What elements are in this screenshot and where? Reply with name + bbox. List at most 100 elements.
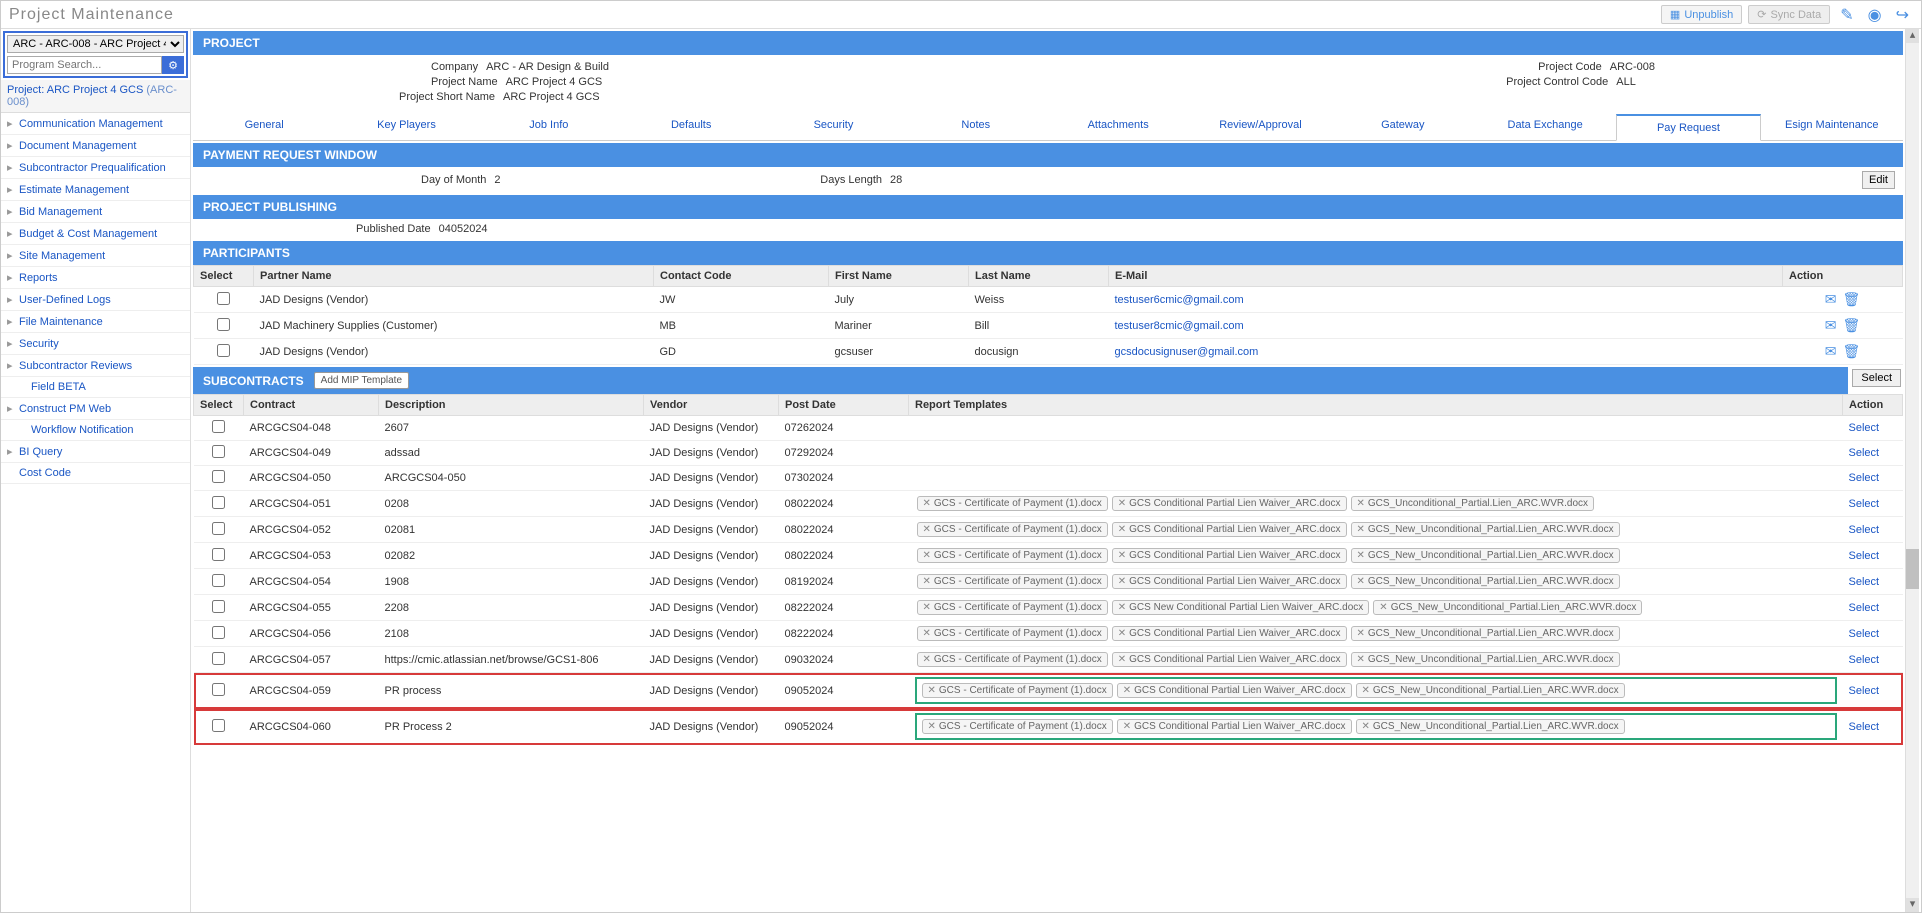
tab[interactable]: Gateway	[1332, 113, 1474, 140]
user-icon[interactable]: ◉	[1864, 5, 1886, 25]
row-checkbox[interactable]	[212, 470, 225, 483]
close-icon[interactable]: ✕	[923, 628, 931, 639]
row-checkbox[interactable]	[212, 496, 225, 509]
template-badge[interactable]: ✕GCS - Certificate of Payment (1).docx	[917, 522, 1108, 537]
tab[interactable]: Defaults	[620, 113, 762, 140]
column-header[interactable]: Vendor	[644, 395, 779, 416]
close-icon[interactable]: ✕	[928, 721, 936, 732]
select-link[interactable]: Select	[1849, 628, 1880, 640]
close-icon[interactable]: ✕	[1362, 721, 1370, 732]
sidebar-item[interactable]: Workflow Notification	[1, 420, 190, 441]
row-checkbox[interactable]	[212, 522, 225, 535]
template-badge[interactable]: ✕GCS Conditional Partial Lien Waiver_ARC…	[1112, 574, 1347, 589]
close-icon[interactable]: ✕	[1118, 576, 1126, 587]
sync-data-button[interactable]: ⟳Sync Data	[1748, 5, 1830, 24]
row-checkbox[interactable]	[212, 445, 225, 458]
template-badge[interactable]: ✕GCS_New_Unconditional_Partial.Lien_ARC.…	[1356, 719, 1625, 734]
column-header[interactable]: Last Name	[969, 266, 1109, 287]
row-checkbox[interactable]	[212, 574, 225, 587]
tab[interactable]: Esign Maintenance	[1761, 113, 1903, 140]
template-badge[interactable]: ✕GCS_New_Unconditional_Partial.Lien_ARC.…	[1351, 548, 1620, 563]
template-badge[interactable]: ✕GCS_New_Unconditional_Partial.Lien_ARC.…	[1351, 522, 1620, 537]
email-link[interactable]: testuser6cmic@gmail.com	[1115, 294, 1244, 306]
envelope-icon[interactable]: ✉	[1825, 343, 1837, 360]
template-badge[interactable]: ✕GCS Conditional Partial Lien Waiver_ARC…	[1112, 522, 1347, 537]
program-search-input[interactable]	[7, 56, 162, 74]
tab[interactable]: Job Info	[478, 113, 620, 140]
sidebar-item[interactable]: ▸File Maintenance	[1, 311, 190, 333]
select-participants-button[interactable]: Select	[1852, 369, 1901, 387]
edit-icon[interactable]: ✎	[1836, 5, 1857, 25]
close-icon[interactable]: ✕	[1118, 498, 1126, 509]
email-link[interactable]: testuser8cmic@gmail.com	[1115, 320, 1244, 332]
template-badge[interactable]: ✕GCS - Certificate of Payment (1).docx	[917, 496, 1108, 511]
tab[interactable]: Pay Request	[1616, 114, 1760, 141]
template-badge[interactable]: ✕GCS_Unconditional_Partial.Lien_ARC.WVR.…	[1351, 496, 1595, 511]
template-badge[interactable]: ✕GCS - Certificate of Payment (1).docx	[917, 626, 1108, 641]
column-header[interactable]: Select	[194, 395, 244, 416]
sidebar-item[interactable]: ▸Subcontractor Prequalification	[1, 157, 190, 179]
column-header[interactable]: Contact Code	[654, 266, 829, 287]
close-icon[interactable]: ✕	[1118, 628, 1126, 639]
close-icon[interactable]: ✕	[923, 550, 931, 561]
template-badge[interactable]: ✕GCS Conditional Partial Lien Waiver_ARC…	[1117, 719, 1352, 734]
trash-icon[interactable]: 🗑	[1842, 317, 1860, 334]
select-link[interactable]: Select	[1849, 685, 1880, 697]
select-link[interactable]: Select	[1849, 654, 1880, 666]
template-badge[interactable]: ✕GCS - Certificate of Payment (1).docx	[917, 574, 1108, 589]
select-link[interactable]: Select	[1849, 576, 1880, 588]
scroll-up-icon[interactable]: ▴	[1906, 29, 1919, 43]
scrollbar-thumb[interactable]	[1906, 549, 1919, 589]
select-link[interactable]: Select	[1849, 602, 1880, 614]
template-badge[interactable]: ✕GCS_New_Unconditional_Partial.Lien_ARC.…	[1373, 600, 1642, 615]
row-checkbox[interactable]	[212, 626, 225, 639]
column-header[interactable]: Partner Name	[254, 266, 654, 287]
template-badge[interactable]: ✕GCS - Certificate of Payment (1).docx	[917, 652, 1108, 667]
template-badge[interactable]: ✕GCS New Conditional Partial Lien Waiver…	[1112, 600, 1370, 615]
close-icon[interactable]: ✕	[1118, 602, 1126, 613]
close-icon[interactable]: ✕	[1357, 628, 1365, 639]
close-icon[interactable]: ✕	[1357, 576, 1365, 587]
row-checkbox[interactable]	[217, 318, 230, 331]
column-header[interactable]: First Name	[829, 266, 969, 287]
tab[interactable]: General	[193, 113, 335, 140]
row-checkbox[interactable]	[212, 683, 225, 696]
template-badge[interactable]: ✕GCS - Certificate of Payment (1).docx	[922, 683, 1113, 698]
sidebar-item[interactable]: ▸BI Query	[1, 441, 190, 463]
select-link[interactable]: Select	[1849, 524, 1880, 536]
template-badge[interactable]: ✕GCS Conditional Partial Lien Waiver_ARC…	[1117, 683, 1352, 698]
sidebar-item[interactable]: ▸Site Management	[1, 245, 190, 267]
tab[interactable]: Review/Approval	[1189, 113, 1331, 140]
column-header[interactable]: Description	[379, 395, 644, 416]
row-checkbox[interactable]	[212, 600, 225, 613]
logout-icon[interactable]: ↪	[1892, 5, 1913, 25]
close-icon[interactable]: ✕	[1357, 654, 1365, 665]
column-header[interactable]: Report Templates	[909, 395, 1843, 416]
trash-icon[interactable]: 🗑	[1842, 291, 1860, 308]
template-badge[interactable]: ✕GCS_New_Unconditional_Partial.Lien_ARC.…	[1356, 683, 1625, 698]
close-icon[interactable]: ✕	[1362, 685, 1370, 696]
gear-icon[interactable]: ⚙	[162, 56, 184, 74]
tab[interactable]: Attachments	[1047, 113, 1189, 140]
close-icon[interactable]: ✕	[923, 524, 931, 535]
sidebar-item[interactable]: ▸Reports	[1, 267, 190, 289]
sidebar-item[interactable]: ▸Document Management	[1, 135, 190, 157]
trash-icon[interactable]: 🗑	[1842, 343, 1860, 360]
template-badge[interactable]: ✕GCS - Certificate of Payment (1).docx	[917, 548, 1108, 563]
tab[interactable]: Notes	[905, 113, 1047, 140]
sidebar-item[interactable]: ▸Estimate Management	[1, 179, 190, 201]
column-header[interactable]: Contract	[244, 395, 379, 416]
sidebar-item[interactable]: ▸Security	[1, 333, 190, 355]
column-header[interactable]: Post Date	[779, 395, 909, 416]
row-checkbox[interactable]	[217, 292, 230, 305]
row-checkbox[interactable]	[212, 548, 225, 561]
sidebar-item[interactable]: ▸Bid Management	[1, 201, 190, 223]
column-header[interactable]: Select	[194, 266, 254, 287]
unpublish-button[interactable]: ▦Unpublish	[1661, 5, 1742, 24]
project-select[interactable]: ARC - ARC-008 - ARC Project 4 GCS	[7, 35, 184, 53]
tab[interactable]: Security	[762, 113, 904, 140]
add-mip-template-button[interactable]: Add MIP Template	[314, 372, 409, 389]
close-icon[interactable]: ✕	[923, 576, 931, 587]
close-icon[interactable]: ✕	[928, 685, 936, 696]
close-icon[interactable]: ✕	[1357, 498, 1365, 509]
